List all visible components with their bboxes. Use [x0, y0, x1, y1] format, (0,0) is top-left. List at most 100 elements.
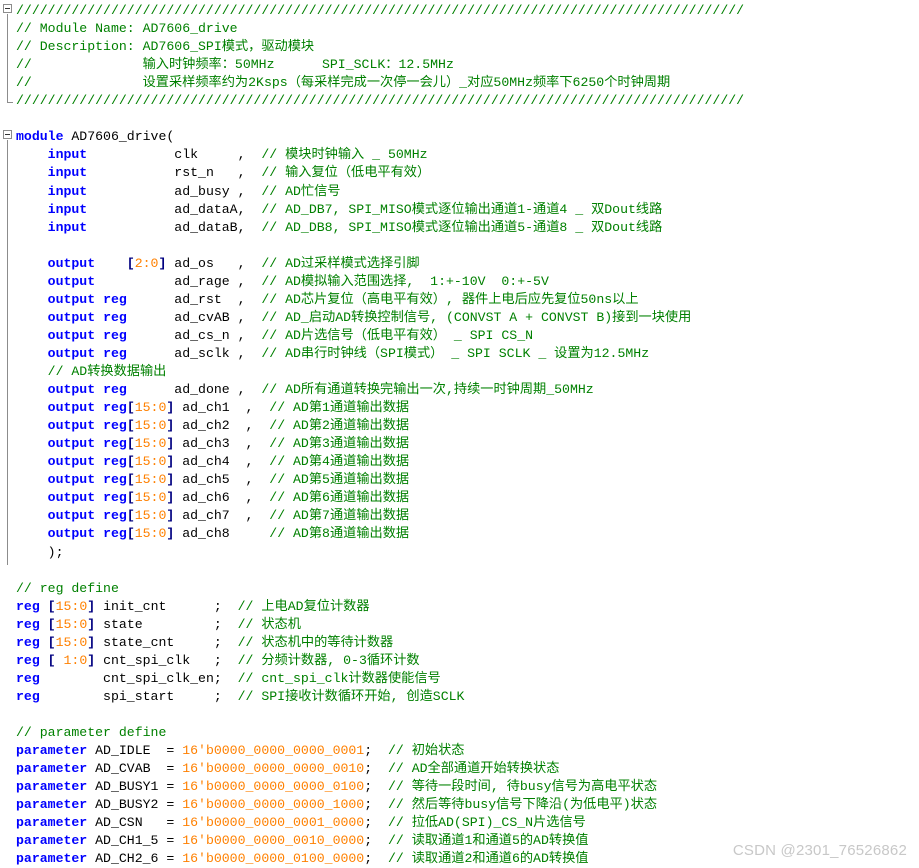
code-keyword: output — [47, 382, 96, 398]
code-keyword: reg — [103, 400, 127, 416]
code-comment: // 输入复位（低电平有效） — [261, 165, 431, 181]
code-bracket: ] — [87, 598, 96, 614]
code-number: 15:0 — [134, 418, 167, 434]
code-line: ////////////////////////////////////////… — [16, 2, 744, 20]
code-comment: // 等待一段时间, 待busy信号为高电平状态 — [387, 779, 658, 795]
code-line: output reg ad_sclk , // AD串行时钟线（SPI模式） _… — [16, 345, 649, 363]
code-number: 16'b0000_0000_0000_0100 — [182, 779, 365, 795]
code-text: ad_ch6 , — [174, 490, 270, 506]
code-keyword: input — [47, 147, 88, 163]
code-line: output reg ad_cvAB , // AD_启动AD转换控制信号, (… — [16, 309, 692, 327]
code-bracket: ] — [87, 652, 96, 668]
code-number: 16'b0000_0000_0000_1000 — [182, 797, 365, 813]
code-text: AD_CH1_5 = — [87, 833, 183, 849]
code-comment: // 状态机中的等待计数器 — [237, 634, 394, 650]
code-keyword: output — [47, 345, 96, 361]
code-line: output reg[15:0] ad_ch6 , // AD第6通道输出数据 — [16, 489, 409, 507]
code-keyword: output — [47, 526, 96, 542]
code-text: AD7606_drive( — [63, 129, 175, 145]
code-text: spi_start ; — [39, 688, 238, 704]
code-comment: // AD第1通道输出数据 — [269, 400, 410, 416]
code-comment: // 拉低AD(SPI)_CS_N片选信号 — [387, 815, 586, 831]
code-keyword: reg — [103, 454, 127, 470]
code-number: 15:0 — [134, 526, 167, 542]
code-keyword: reg — [103, 526, 127, 542]
code-line: output reg[15:0] ad_ch7 , // AD第7通道输出数据 — [16, 507, 409, 525]
code-line: parameter AD_BUSY2 = 16'b0000_0000_0000_… — [16, 796, 657, 814]
code-number: 15:0 — [55, 634, 88, 650]
code-bracket: ] — [87, 634, 96, 650]
code-line: output reg[15:0] ad_ch2 , // AD第2通道输出数据 — [16, 417, 409, 435]
code-editor[interactable]: ////////////////////////////////////////… — [0, 0, 919, 868]
code-line: parameter AD_CSN = 16'b0000_0000_0001_00… — [16, 814, 586, 832]
code-comment: // 然后等待busy信号下降沿(为低电平)状态 — [387, 797, 658, 813]
code-number: 15:0 — [134, 490, 167, 506]
code-comment: // AD忙信号 — [261, 183, 341, 199]
code-bracket: [ — [126, 418, 135, 434]
code-keyword: output — [47, 454, 96, 470]
code-line: ); — [16, 544, 64, 562]
code-number: 15:0 — [134, 436, 167, 452]
code-keyword: output — [47, 400, 96, 416]
code-keyword: reg — [16, 616, 40, 632]
code-keyword: reg — [16, 634, 40, 650]
code-comment: // 设置采样频率约为2Ksps（每采样完成一次停一会儿）_对应50MHz频率下… — [16, 75, 671, 91]
code-comment: // Description: AD7606_SPI模式，驱动模块 — [16, 39, 315, 55]
code-line: parameter AD_CH1_5 = 16'b0000_0000_0010_… — [16, 832, 588, 850]
code-bracket: [ — [47, 616, 56, 632]
code-comment: // AD第3通道输出数据 — [269, 436, 410, 452]
code-comment: // cnt_spi_clk计数器使能信号 — [237, 670, 441, 686]
code-number: 16'b0000_0000_0001_0000 — [182, 815, 365, 831]
code-comment: // AD全部通道开始转换状态 — [387, 761, 560, 777]
code-keyword: input — [47, 201, 88, 217]
code-text: ad_dataB, — [87, 219, 262, 235]
code-comment: // Module Name: AD7606_drive — [16, 21, 238, 37]
fold-end-marker — [7, 102, 13, 103]
code-text: ad_ch2 , — [174, 418, 270, 434]
fold-toggle-header-comment[interactable] — [3, 4, 12, 13]
code-comment: // AD第7通道输出数据 — [269, 508, 410, 524]
code-line: // Description: AD7606_SPI模式，驱动模块 — [16, 38, 314, 56]
code-bracket: [ — [126, 400, 135, 416]
code-line: // 输入时钟频率：50MHz SPI_SCLK：12.5MHz — [16, 56, 454, 74]
code-comment: // 输入时钟频率：50MHz SPI_SCLK：12.5MHz — [16, 57, 454, 73]
code-text: ad_rage , — [95, 273, 262, 289]
code-bracket: [ — [126, 454, 135, 470]
code-keyword: reg — [103, 382, 127, 398]
code-line: parameter AD_CH2_6 = 16'b0000_0000_0100_… — [16, 850, 588, 868]
code-text: ; — [364, 743, 388, 759]
code-text: ; — [364, 797, 388, 813]
code-text: ad_done , — [126, 382, 262, 398]
code-text: AD_CSN = — [87, 815, 183, 831]
code-line: // reg define — [16, 580, 119, 598]
code-keyword: output — [47, 255, 96, 271]
code-line: output reg ad_done , // AD所有通道转换完输出一次,持续… — [16, 381, 594, 399]
fold-toggle-module[interactable] — [3, 130, 12, 139]
code-text: ad_ch4 , — [174, 454, 270, 470]
code-keyword: reg — [103, 327, 127, 343]
code-line: input ad_busy , // AD忙信号 — [16, 183, 341, 201]
code-line: parameter AD_CVAB = 16'b0000_0000_0000_0… — [16, 760, 559, 778]
code-text: AD_CVAB = — [87, 761, 183, 777]
code-bracket: [ — [126, 255, 135, 271]
code-keyword: input — [47, 183, 88, 199]
code-number: 15:0 — [55, 598, 88, 614]
code-keyword: parameter — [16, 779, 88, 795]
code-keyword: parameter — [16, 815, 88, 831]
